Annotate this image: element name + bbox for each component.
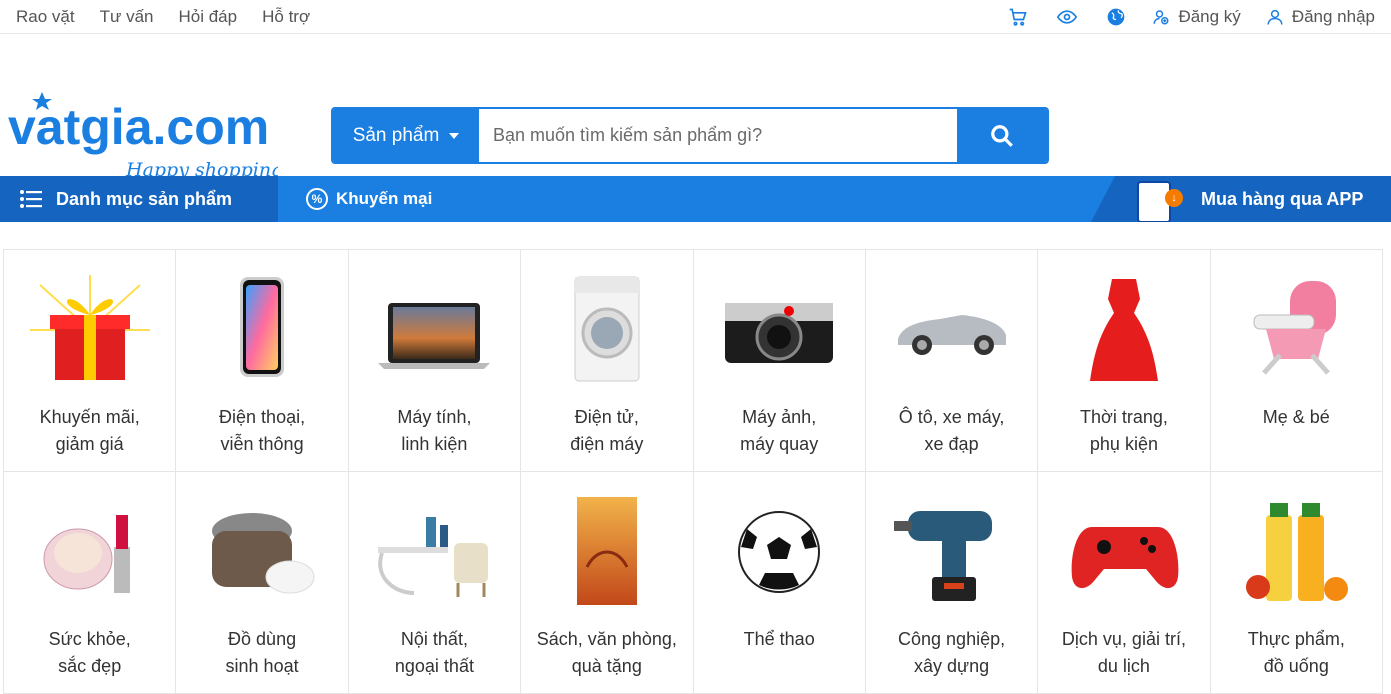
category-tile[interactable]: Sức khỏe, sắc đẹp — [4, 472, 177, 694]
logo-text: vatgia.com — [8, 99, 269, 155]
category-tile[interactable]: Ô tô, xe máy, xe đạp — [865, 250, 1039, 472]
rice-cooker-icon — [197, 492, 327, 612]
globe-icon[interactable] — [1105, 6, 1127, 28]
category-menu-button[interactable]: Danh mục sản phẩm — [0, 176, 278, 222]
nav-bar: Danh mục sản phẩm % Khuyến mại ↓ Mua hàn… — [0, 176, 1391, 222]
promo-label: Khuyến mại — [336, 189, 433, 208]
juice-icon — [1231, 492, 1361, 612]
user-icon — [1267, 9, 1283, 25]
category-label: Thời trang, phụ kiện — [1080, 407, 1168, 454]
vatgia-logo[interactable]: vatgia.com Happy shopping — [8, 92, 278, 184]
search-category-dropdown[interactable]: Sản phẩm — [333, 109, 479, 162]
smartphone-icon — [197, 270, 327, 390]
link-tu-van[interactable]: Tư vấn — [100, 7, 154, 27]
category-label: Thể thao — [743, 629, 815, 649]
category-tile[interactable]: Điện thoại, viễn thông — [176, 250, 349, 472]
soccer-ball-icon — [714, 492, 844, 612]
search-input[interactable] — [479, 109, 957, 162]
list-icon — [20, 190, 42, 208]
category-label: Máy tính, linh kiện — [397, 407, 472, 454]
category-tile[interactable]: Thực phẩm, đồ uống — [1210, 472, 1383, 694]
category-label: Khuyến mãi, giảm giá — [39, 407, 140, 454]
category-tile[interactable]: Dịch vụ, giải trí, du lịch — [1038, 472, 1211, 694]
search-bar: Sản phẩm — [331, 107, 1049, 164]
category-tile[interactable]: Thời trang, phụ kiện — [1038, 250, 1211, 472]
category-label: Mẹ & bé — [1262, 407, 1330, 427]
search-category-label: Sản phẩm — [352, 124, 440, 146]
category-label: Nội thất, ngoại thất — [394, 629, 474, 676]
percent-icon: % — [306, 188, 328, 210]
category-label: Sức khỏe, sắc đẹp — [48, 629, 131, 676]
app-download-label: Mua hàng qua APP — [1201, 188, 1364, 209]
category-tile[interactable]: Máy ảnh, máy quay — [693, 250, 866, 472]
laptop-icon — [369, 270, 499, 390]
category-menu-label: Danh mục sản phẩm — [56, 188, 233, 209]
category-tile[interactable]: Công nghiệp, xây dựng — [865, 472, 1039, 694]
category-label: Máy ảnh, máy quay — [740, 407, 819, 454]
category-label: Điện tử, điện máy — [570, 407, 644, 454]
category-tile[interactable]: Đồ dùng sinh hoạt — [176, 472, 349, 694]
login-link[interactable]: Đăng nhập — [1266, 7, 1375, 27]
register-link[interactable]: Đăng ký — [1152, 6, 1241, 27]
header: vatgia.com Happy shopping Sản phẩm style… — [0, 34, 1391, 194]
baby-chair-icon — [1231, 270, 1361, 390]
category-tile[interactable]: Nội thất, ngoại thất — [348, 472, 522, 694]
category-tile[interactable]: Thể thao — [693, 472, 866, 694]
promo-link[interactable]: % Khuyến mại — [306, 188, 432, 210]
category-grid: Khuyến mãi, giảm giá Điện thoại, viễn th… — [3, 249, 1383, 694]
link-rao-vat[interactable]: Rao vặt — [16, 7, 75, 27]
phone-icon: ↓ — [1137, 181, 1183, 222]
category-tile[interactable]: Điện tử, điện máy — [521, 250, 694, 472]
login-label: Đăng nhập — [1291, 6, 1375, 26]
eye-icon[interactable] — [1056, 6, 1078, 28]
washing-machine-icon — [542, 270, 672, 390]
search-icon — [991, 124, 1013, 147]
camera-icon — [714, 270, 844, 390]
category-label: Đồ dùng sinh hoạt — [225, 629, 299, 676]
category-tile[interactable]: Khuyến mãi, giảm giá — [4, 250, 177, 472]
category-label: Điện thoại, viễn thông — [219, 407, 306, 454]
gamepad-icon — [1059, 492, 1189, 612]
top-links: Rao vặt Tư vấn Hỏi đáp Hỗ trợ — [16, 7, 335, 27]
top-bar: Rao vặt Tư vấn Hỏi đáp Hỗ trợ Đăng ký Đă… — [0, 0, 1391, 34]
dress-icon — [1059, 270, 1189, 390]
download-icon: ↓ — [1165, 189, 1183, 207]
top-actions: Đăng ký Đăng nhập — [980, 6, 1375, 28]
chevron-down-icon — [449, 132, 460, 139]
register-icon — [1153, 9, 1169, 24]
category-tile[interactable]: Mẹ & bé — [1210, 250, 1383, 472]
category-label: Sách, văn phòng, quà tặng — [536, 629, 677, 676]
drill-icon — [887, 492, 1017, 612]
gift-icon — [25, 270, 155, 390]
cart-icon[interactable] — [1007, 6, 1029, 28]
category-label: Thực phẩm, đồ uống — [1247, 629, 1345, 676]
furniture-icon — [369, 492, 499, 612]
category-label: Ô tô, xe máy, xe đạp — [898, 407, 1005, 454]
category-label: Dịch vụ, giải trí, du lịch — [1061, 629, 1186, 676]
cosmetics-icon — [25, 492, 155, 612]
category-label: Công nghiệp, xây dựng — [898, 629, 1006, 676]
link-hoi-dap[interactable]: Hỏi đáp — [179, 7, 238, 27]
app-download-link[interactable]: ↓ Mua hàng qua APP — [1091, 176, 1391, 222]
car-icon — [887, 270, 1017, 390]
category-tile[interactable]: Máy tính, linh kiện — [348, 250, 522, 472]
register-label: Đăng ký — [1178, 6, 1241, 26]
link-ho-tro[interactable]: Hỗ trợ — [262, 7, 310, 27]
category-tile[interactable]: Sách, văn phòng, quà tặng — [521, 472, 694, 694]
search-button[interactable] — [957, 109, 1047, 162]
book-icon — [542, 492, 672, 612]
